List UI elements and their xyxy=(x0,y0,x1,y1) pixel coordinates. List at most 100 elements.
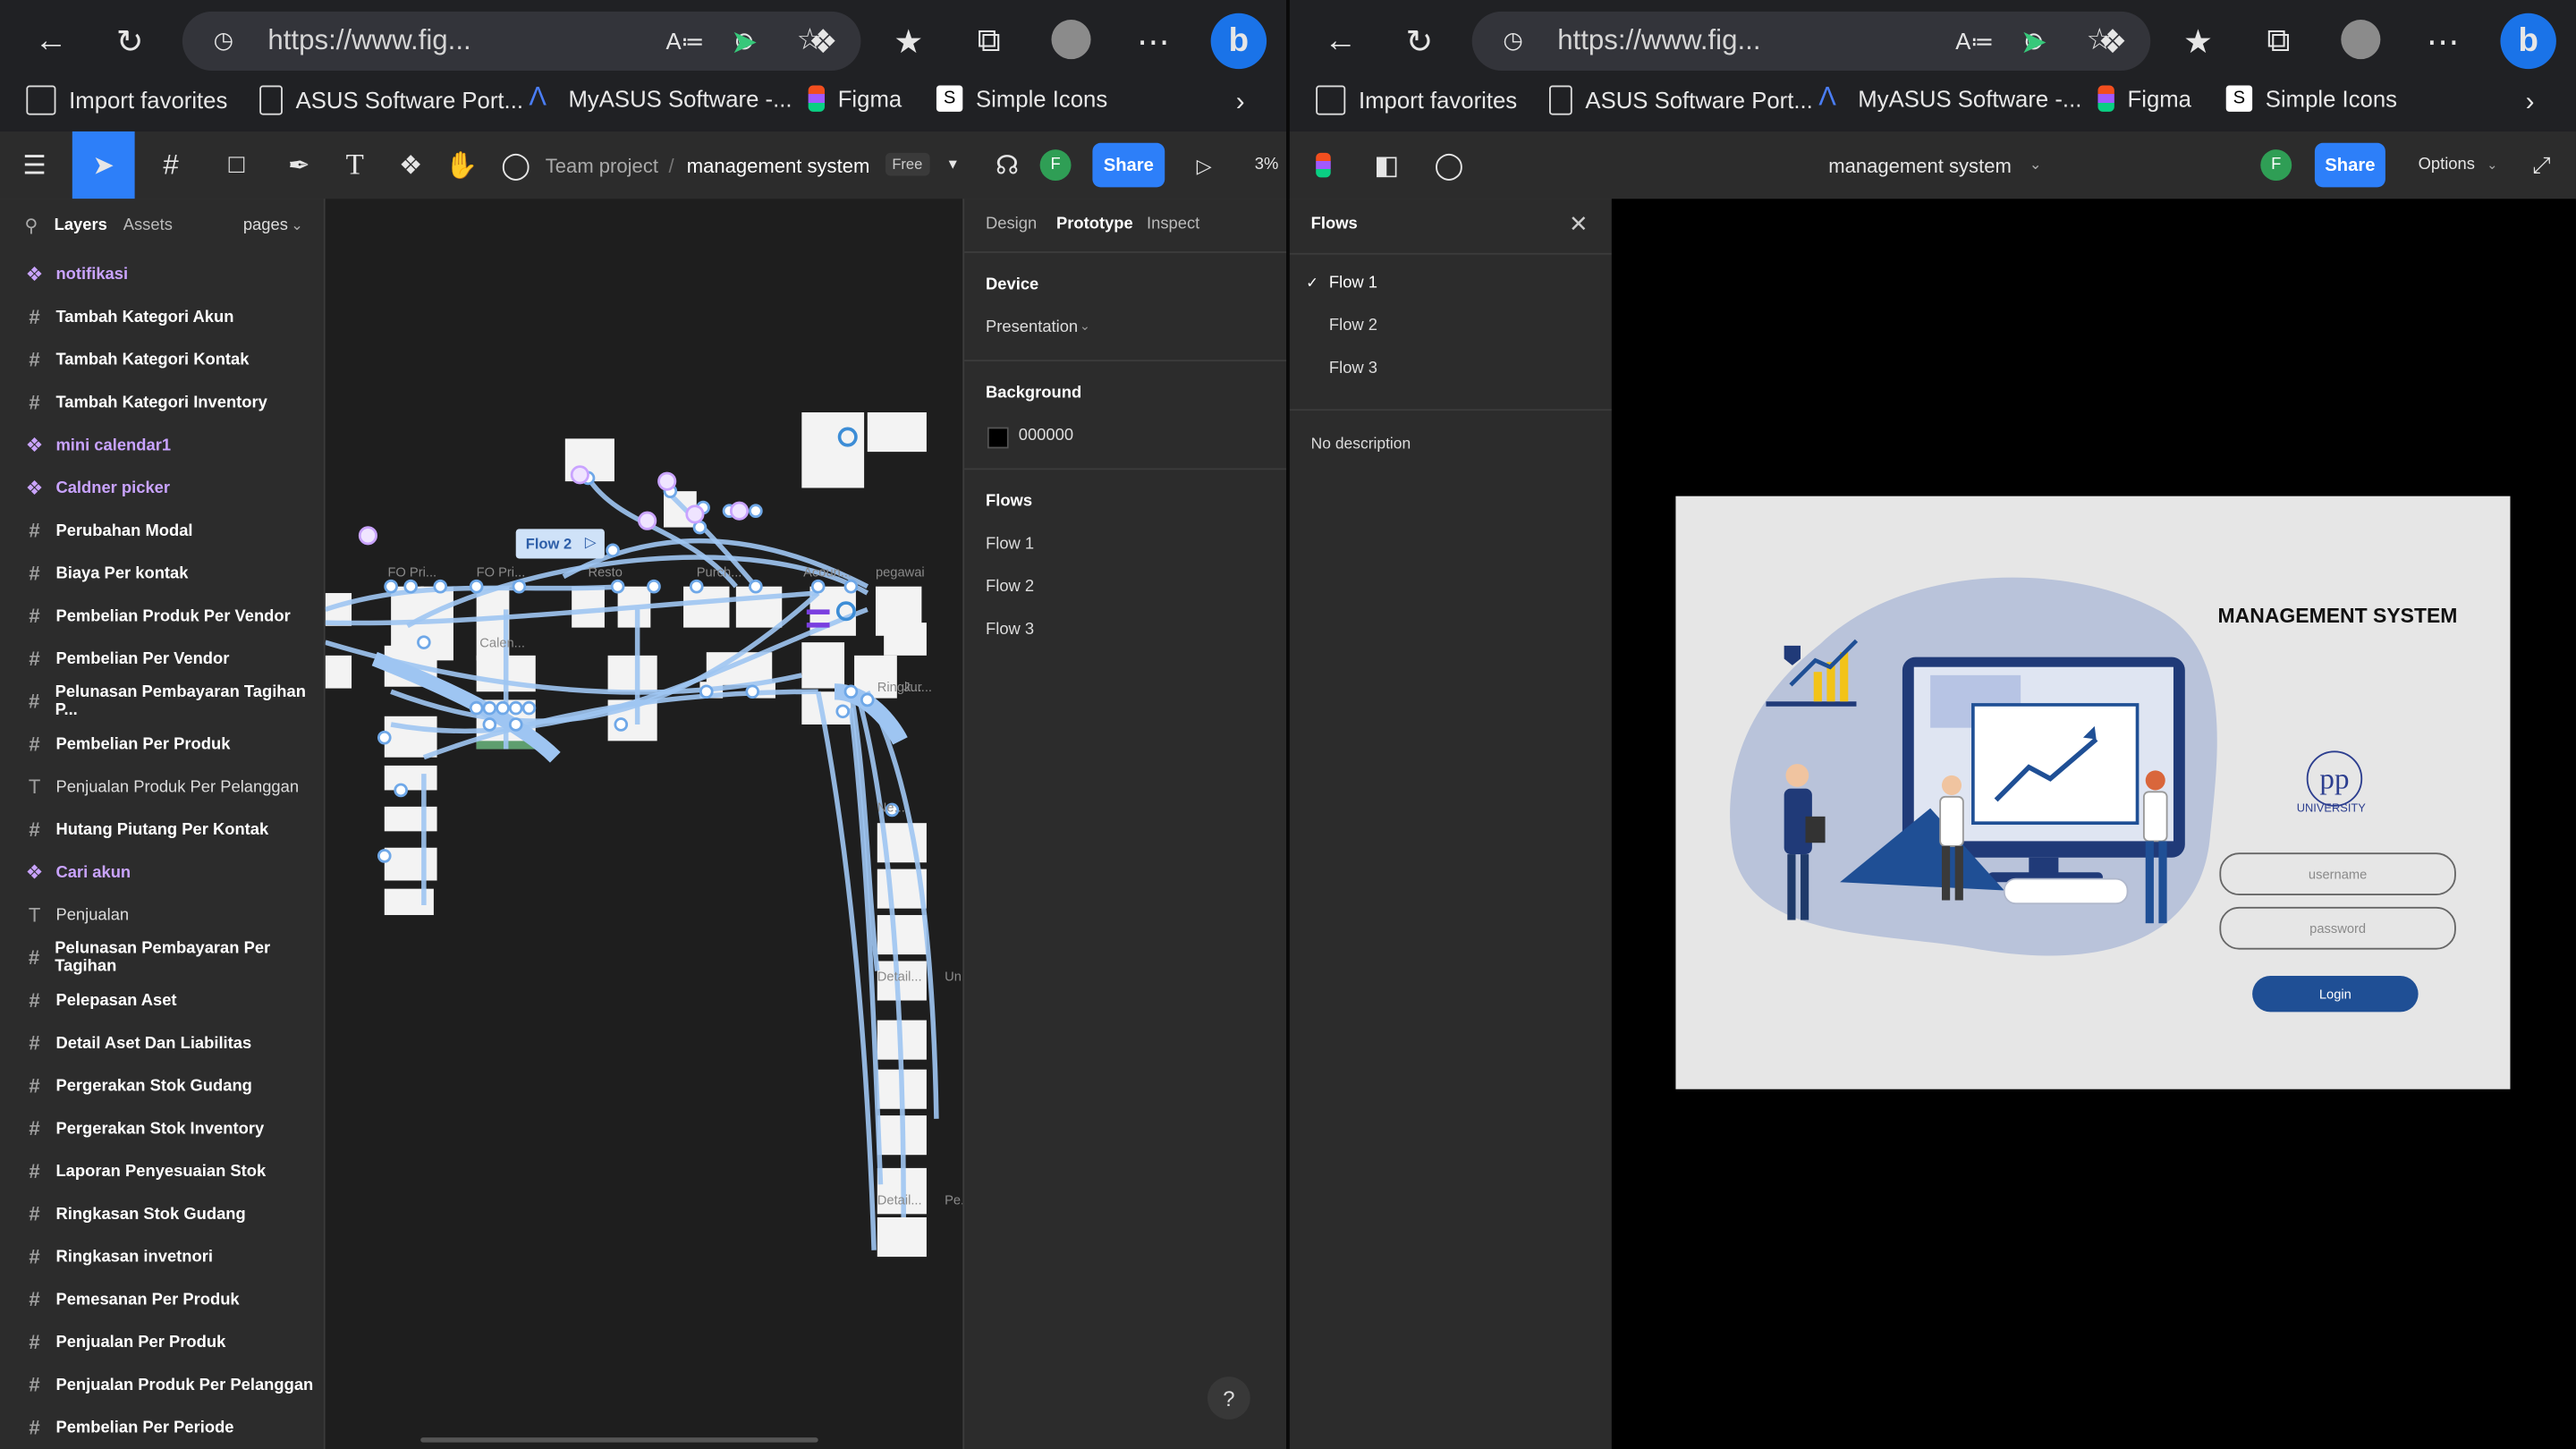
comment-tool-icon[interactable]: ◯ xyxy=(496,131,536,199)
bing-chat-icon[interactable]: b xyxy=(2500,13,2556,70)
bing-chat-icon[interactable]: b xyxy=(1210,13,1267,70)
main-menu-icon[interactable]: ☰ xyxy=(10,131,59,199)
device-dropdown[interactable]: Presentation xyxy=(986,318,1078,336)
layer-item[interactable]: # Pembelian Per Vendor xyxy=(0,638,324,681)
present-play-icon[interactable]: ▷ xyxy=(1190,131,1219,199)
horizontal-scrollbar[interactable] xyxy=(420,1437,818,1443)
collections-icon[interactable]: ⧉ xyxy=(970,20,1009,63)
tab-design[interactable]: Design xyxy=(986,216,1037,233)
bookmark-asus-software-portal[interactable]: ASUS Software Port... xyxy=(1549,85,1813,115)
layer-item[interactable]: # Perubahan Modal xyxy=(0,509,324,552)
layer-item[interactable]: # Pembelian Per Periode xyxy=(0,1406,324,1449)
expand-icon[interactable]: ⤢ xyxy=(2529,131,2555,199)
layer-item[interactable]: # Pembelian Per Produk xyxy=(0,723,324,766)
figma-logo-icon[interactable] xyxy=(1309,131,1335,199)
audio-headphones-icon[interactable]: ☊ xyxy=(989,131,1025,199)
collections-icon[interactable]: ⧉ xyxy=(2258,20,2298,63)
layer-item[interactable]: # Laporan Penyesuaian Stok xyxy=(0,1150,324,1193)
zoom-level[interactable]: 3% xyxy=(1252,131,1282,199)
layer-item[interactable]: # Pemesanan Per Produk xyxy=(0,1278,324,1321)
layer-item[interactable]: # Pembelian Produk Per Vendor xyxy=(0,595,324,638)
layer-item[interactable]: # Detail Aset Dan Liabilitas xyxy=(0,1021,324,1064)
chevron-right-icon[interactable]: › xyxy=(2513,86,2546,122)
layer-item[interactable]: ❖ notifikasi xyxy=(0,253,324,296)
share-button[interactable]: Share xyxy=(2314,142,2385,188)
toggle-sidebar-icon[interactable]: ◧ xyxy=(1372,131,1402,199)
flow-start-badge[interactable]: Flow 2 ▷ xyxy=(515,529,605,559)
layer-item[interactable]: T Penjualan xyxy=(0,894,324,936)
more-icon[interactable]: ⋯ xyxy=(1133,20,1173,63)
bookmark-myasus-software[interactable]: Λ MyASUS Software -... xyxy=(1818,85,2081,112)
password-field[interactable]: password xyxy=(2219,906,2456,950)
favorites-icon[interactable]: ★ xyxy=(2178,20,2217,63)
tab-layers[interactable]: Layers xyxy=(55,216,107,234)
design-canvas[interactable]: FO Pri... FO Pri... Resto Purch... Acoun... p… xyxy=(325,199,963,1449)
pages-dropdown[interactable]: pages xyxy=(243,216,288,234)
tab-prototype[interactable]: Prototype xyxy=(1056,216,1133,233)
bookmark-simple-icons[interactable]: S Simple Icons xyxy=(2225,85,2397,112)
chevron-down-icon[interactable]: ▾ xyxy=(941,131,964,199)
hand-tool-icon[interactable]: ✋ xyxy=(440,131,483,199)
bookmark-myasus-software[interactable]: Λ MyASUS Software -... xyxy=(529,85,792,112)
background-hex-value[interactable]: 000000 xyxy=(1019,428,1073,445)
options-menu[interactable]: Options xyxy=(2419,131,2475,199)
text-tool-icon[interactable]: T xyxy=(335,131,375,199)
flow-item[interactable]: Flow 3 xyxy=(986,621,1034,639)
back-arrow-icon[interactable]: ← xyxy=(1319,20,1362,63)
move-tool-icon[interactable]: ➤ xyxy=(72,131,135,199)
components-tool-icon[interactable]: ❖ xyxy=(391,131,430,199)
flow-item-selected[interactable]: Flow 1 xyxy=(1329,275,1377,292)
background-color-swatch[interactable] xyxy=(987,427,1009,449)
share-button[interactable]: Share xyxy=(1092,142,1165,188)
flow-item[interactable]: Flow 2 xyxy=(1329,317,1377,335)
layer-item[interactable]: # Hutang Piutang Per Kontak xyxy=(0,809,324,852)
file-name[interactable]: management system xyxy=(687,131,870,199)
more-icon[interactable]: ⋯ xyxy=(2423,20,2462,63)
file-name[interactable]: management system xyxy=(1828,131,2012,199)
read-aloud-icon[interactable]: A≔ xyxy=(665,25,704,58)
search-icon[interactable]: ⚲ xyxy=(25,216,38,236)
layer-item[interactable]: # Penjualan Produk Per Pelanggan xyxy=(0,1363,324,1406)
extensions-icon[interactable]: ❖ xyxy=(803,20,843,63)
refresh-icon[interactable]: ↻ xyxy=(1398,20,1441,63)
bookmark-asus-software-portal[interactable]: ASUS Software Port... xyxy=(259,85,523,115)
layer-item[interactable]: # Ringkasan Stok Gudang xyxy=(0,1192,324,1235)
layer-item[interactable]: ❖ mini calendar1 xyxy=(0,424,324,467)
breadcrumb-team[interactable]: Team project xyxy=(546,131,658,199)
layer-item[interactable]: T Penjualan Produk Per Pelanggan xyxy=(0,766,324,809)
chevron-down-icon[interactable]: ⌄ xyxy=(2026,131,2046,199)
frame-tool-icon[interactable]: # xyxy=(145,131,198,199)
avatar[interactable]: F xyxy=(1039,149,1072,182)
layer-item[interactable]: # Pelunasan Pembayaran Per Tagihan xyxy=(0,936,324,979)
bookmark-import-favorites[interactable]: Import favorites xyxy=(26,85,227,115)
profile-icon[interactable] xyxy=(1051,20,1091,60)
username-field[interactable]: username xyxy=(2219,852,2456,896)
pen-tool-icon[interactable]: ✒ xyxy=(273,131,326,199)
layer-item[interactable]: # Pelepasan Aset xyxy=(0,979,324,1022)
favorites-icon[interactable]: ★ xyxy=(889,20,928,63)
send-icon[interactable]: ➤ xyxy=(724,20,764,63)
extensions-icon[interactable]: ❖ xyxy=(2093,20,2132,63)
close-icon[interactable]: ✕ xyxy=(1569,210,1589,238)
tab-inspect[interactable]: Inspect xyxy=(1147,216,1199,233)
refresh-icon[interactable]: ↻ xyxy=(108,20,151,63)
layer-item[interactable]: # Tambah Kategori Kontak xyxy=(0,338,324,381)
bookmark-figma[interactable]: Figma xyxy=(2097,85,2191,112)
tab-assets[interactable]: Assets xyxy=(123,216,173,234)
read-aloud-icon[interactable]: A≔ xyxy=(1955,25,1994,58)
bookmark-import-favorites[interactable]: Import favorites xyxy=(1316,85,1517,115)
layer-item[interactable]: # Tambah Kategori Inventory xyxy=(0,381,324,424)
layer-item[interactable]: ❖ Cari akun xyxy=(0,851,324,894)
rectangle-tool-icon[interactable]: □ xyxy=(210,131,263,199)
chevron-right-icon[interactable]: › xyxy=(1224,86,1257,122)
bookmark-simple-icons[interactable]: S Simple Icons xyxy=(936,85,1107,112)
comment-icon[interactable]: ◯ xyxy=(1434,131,1464,199)
layer-item[interactable]: ❖ Caldner picker xyxy=(0,467,324,510)
back-arrow-icon[interactable]: ← xyxy=(30,20,72,63)
avatar[interactable]: F xyxy=(2260,149,2292,182)
layer-item[interactable]: # Pergerakan Stok Gudang xyxy=(0,1064,324,1107)
bookmark-figma[interactable]: Figma xyxy=(808,85,902,112)
help-button[interactable]: ? xyxy=(1207,1377,1250,1419)
layer-item[interactable]: # Ringkasan invetnori xyxy=(0,1235,324,1278)
layer-item[interactable]: # Tambah Kategori Akun xyxy=(0,296,324,339)
